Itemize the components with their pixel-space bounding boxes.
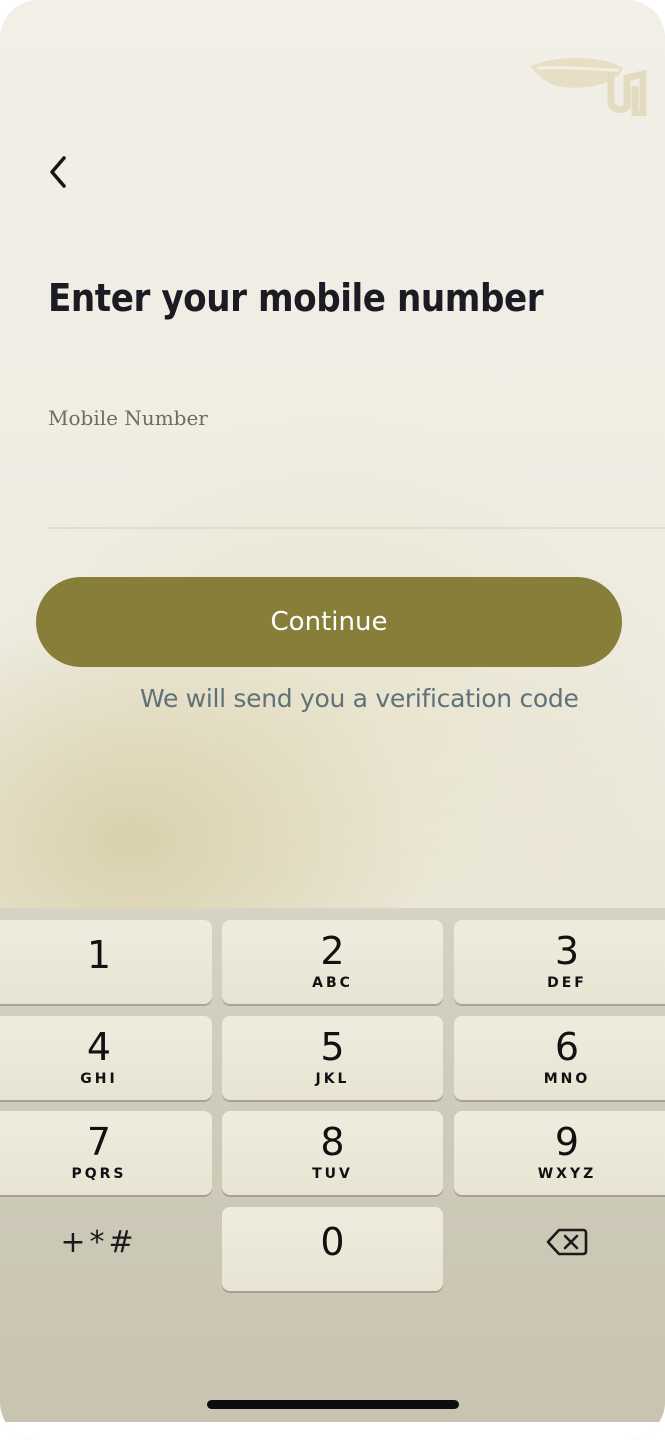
key-2[interactable]: 2 ABC xyxy=(222,920,443,1004)
key-digit: 5 xyxy=(320,1025,345,1069)
key-0[interactable]: 0 xyxy=(222,1207,443,1291)
delete-key[interactable] xyxy=(454,1207,665,1291)
key-5[interactable]: 5 JKL xyxy=(222,1016,443,1100)
key-3[interactable]: 3 DEF xyxy=(454,920,665,1004)
key-letters: PQRS xyxy=(71,1166,127,1182)
key-9[interactable]: 9 WXYZ xyxy=(454,1111,665,1195)
key-digit: 2 xyxy=(320,929,345,973)
key-digit: 1 xyxy=(86,933,112,977)
key-letters: MNO xyxy=(543,1071,591,1087)
backspace-icon xyxy=(546,1228,588,1256)
key-letters: DEF xyxy=(547,975,587,991)
key-letters: JKL xyxy=(315,1071,350,1087)
key-digit: 8 xyxy=(320,1120,345,1164)
continue-button[interactable]: Continue xyxy=(36,577,622,667)
key-7[interactable]: 7 PQRS xyxy=(0,1111,212,1195)
key-symbols[interactable]: +*# xyxy=(0,1207,212,1291)
key-digit: 9 xyxy=(554,1120,580,1164)
key-8[interactable]: 8 TUV xyxy=(222,1111,443,1195)
key-letters: TUV xyxy=(312,1166,353,1182)
page-title: Enter your mobile number xyxy=(48,276,544,320)
chevron-left-icon xyxy=(50,156,66,188)
key-1[interactable]: 1 xyxy=(0,920,212,1004)
key-letters: ABC xyxy=(312,975,353,991)
key-4[interactable]: 4 GHI xyxy=(0,1016,212,1100)
key-6[interactable]: 6 MNO xyxy=(454,1016,665,1100)
key-digit: 0 xyxy=(320,1220,345,1264)
leaf-logo-icon xyxy=(531,57,647,116)
symbols-label: +*# xyxy=(60,1224,138,1260)
key-digit: 6 xyxy=(554,1025,580,1069)
mobile-number-input[interactable] xyxy=(48,450,665,520)
mobile-number-field[interactable]: Mobile Number xyxy=(48,400,665,530)
key-digit: 3 xyxy=(554,929,580,973)
mobile-number-label: Mobile Number xyxy=(48,406,208,430)
verification-hint: We will send you a verification code xyxy=(140,684,579,713)
numeric-keypad: 1 2 ABC 3 DEF 4 GHI 5 JKL 6 MNO 7 PQRS 8… xyxy=(0,908,665,1440)
input-underline xyxy=(48,527,665,529)
key-letters: WXYZ xyxy=(537,1166,597,1182)
bottom-edge xyxy=(0,1422,665,1440)
back-button[interactable] xyxy=(36,148,80,196)
key-digit: 7 xyxy=(86,1120,112,1164)
phone-screen: Enter your mobile number Mobile Number C… xyxy=(0,0,665,1440)
home-indicator xyxy=(207,1400,459,1409)
key-letters: GHI xyxy=(80,1071,118,1087)
key-digit: 4 xyxy=(86,1025,112,1069)
